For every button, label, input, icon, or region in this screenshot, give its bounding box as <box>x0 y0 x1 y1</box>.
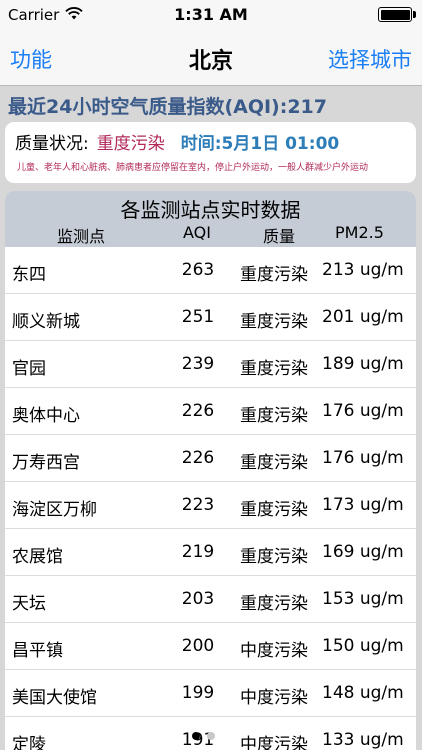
station-aqi: 203 <box>181 589 215 609</box>
station-aqi: 263 <box>181 260 215 280</box>
station-pm25: 189 ug/m <box>322 354 404 374</box>
station-quality: 重度污染 <box>240 406 308 426</box>
aqi-headline: 最近24小时空气质量指数(AQI):217 <box>8 96 327 118</box>
station-quality: 重度污染 <box>240 547 308 567</box>
station-pm25: 213 ug/m <box>322 260 404 280</box>
column-header-station: 监测点 <box>57 227 106 246</box>
quality-status-label: 质量状况: <box>15 134 89 154</box>
table-row[interactable]: 昌平镇 200 中度污染 150 ug/m <box>5 623 416 670</box>
air-quality-status-card: 质量状况: 重度污染 时间:5月1日 01:00 儿童、老年人和心脏病、肺病患者… <box>5 122 416 183</box>
station-name: 奥体中心 <box>12 406 80 426</box>
navigation-bar: 功能 北京 选择城市 <box>0 30 422 86</box>
station-aqi: 251 <box>181 307 215 327</box>
station-quality: 重度污染 <box>240 500 308 520</box>
station-aqi: 199 <box>181 683 215 703</box>
station-pm25: 153 ug/m <box>322 589 404 609</box>
pollution-level-badge: 重度污染 <box>96 134 165 154</box>
table-row[interactable]: 东四 263 重度污染 213 ug/m <box>5 247 416 294</box>
station-name: 顺义新城 <box>12 312 80 332</box>
table-row[interactable]: 官园 239 重度污染 189 ug/m <box>5 341 416 388</box>
station-pm25: 176 ug/m <box>322 401 404 421</box>
station-quality: 重度污染 <box>240 359 308 379</box>
station-quality: 中度污染 <box>240 735 308 750</box>
station-pm25: 150 ug/m <box>322 636 404 656</box>
health-advice-text: 儿童、老年人和心脏病、肺病患者应停留在室内，停止户外运动，一般人群减少户外运动 <box>17 163 369 173</box>
station-pm25: 169 ug/m <box>322 542 404 562</box>
station-quality: 重度污染 <box>240 312 308 332</box>
station-list[interactable]: 东四 263 重度污染 213 ug/m 顺义新城 251 重度污染 201 u… <box>5 247 416 750</box>
station-aqi: 223 <box>181 495 215 515</box>
station-pm25: 173 ug/m <box>322 495 404 515</box>
station-data-panel: 各监测站点实时数据 监测点 AQI 质量 PM2.5 东四 263 重度污染 2… <box>5 191 416 750</box>
battery-icon <box>376 7 416 23</box>
column-header-quality: 质量 <box>263 227 296 246</box>
column-header-aqi: AQI <box>183 223 211 242</box>
select-city-button[interactable]: 选择城市 <box>328 44 412 74</box>
station-pm25: 201 ug/m <box>322 307 404 327</box>
station-pm25: 176 ug/m <box>322 448 404 468</box>
station-pm25: 133 ug/m <box>322 730 404 750</box>
station-name: 昌平镇 <box>12 641 63 661</box>
station-name: 美国大使馆 <box>12 688 97 708</box>
status-row: 质量状况: 重度污染 时间:5月1日 01:00 <box>15 129 339 154</box>
table-row[interactable]: 顺义新城 251 重度污染 201 ug/m <box>5 294 416 341</box>
station-quality: 重度污染 <box>240 453 308 473</box>
station-name: 官园 <box>12 359 46 379</box>
station-table-title: 各监测站点实时数据 <box>120 198 301 222</box>
page-dot[interactable] <box>207 732 215 740</box>
station-table-header: 各监测站点实时数据 监测点 AQI 质量 PM2.5 <box>5 191 416 247</box>
station-name: 海淀区万柳 <box>12 500 97 520</box>
station-name: 万寿西宫 <box>12 453 80 473</box>
station-quality: 重度污染 <box>240 594 308 614</box>
station-aqi: 226 <box>181 448 215 468</box>
table-row[interactable]: 美国大使馆 199 中度污染 148 ug/m <box>5 670 416 717</box>
page-indicator[interactable] <box>192 731 232 741</box>
status-time: 1:31 AM <box>174 5 248 24</box>
station-aqi: 219 <box>181 542 215 562</box>
table-row[interactable]: 农展馆 219 重度污染 169 ug/m <box>5 529 416 576</box>
station-quality: 中度污染 <box>240 688 308 708</box>
station-name: 农展馆 <box>12 547 63 567</box>
status-bar: Carrier 1:31 AM <box>0 0 422 30</box>
table-row[interactable]: 奥体中心 226 重度污染 176 ug/m <box>5 388 416 435</box>
station-pm25: 148 ug/m <box>322 683 404 703</box>
table-row[interactable]: 天坛 203 重度污染 153 ug/m <box>5 576 416 623</box>
station-name: 天坛 <box>12 594 46 614</box>
station-aqi: 239 <box>181 354 215 374</box>
update-time: 时间:5月1日 01:00 <box>180 134 340 154</box>
station-name: 定陵 <box>12 735 46 750</box>
station-name: 东四 <box>12 265 46 285</box>
page-dot-active[interactable] <box>192 732 200 740</box>
station-aqi: 226 <box>181 401 215 421</box>
station-aqi: 200 <box>181 636 215 656</box>
table-row[interactable]: 海淀区万柳 223 重度污染 173 ug/m <box>5 482 416 529</box>
column-header-pm25: PM2.5 <box>335 223 384 242</box>
station-quality: 中度污染 <box>240 641 308 661</box>
station-quality: 重度污染 <box>240 265 308 285</box>
table-row[interactable]: 万寿西宫 226 重度污染 176 ug/m <box>5 435 416 482</box>
